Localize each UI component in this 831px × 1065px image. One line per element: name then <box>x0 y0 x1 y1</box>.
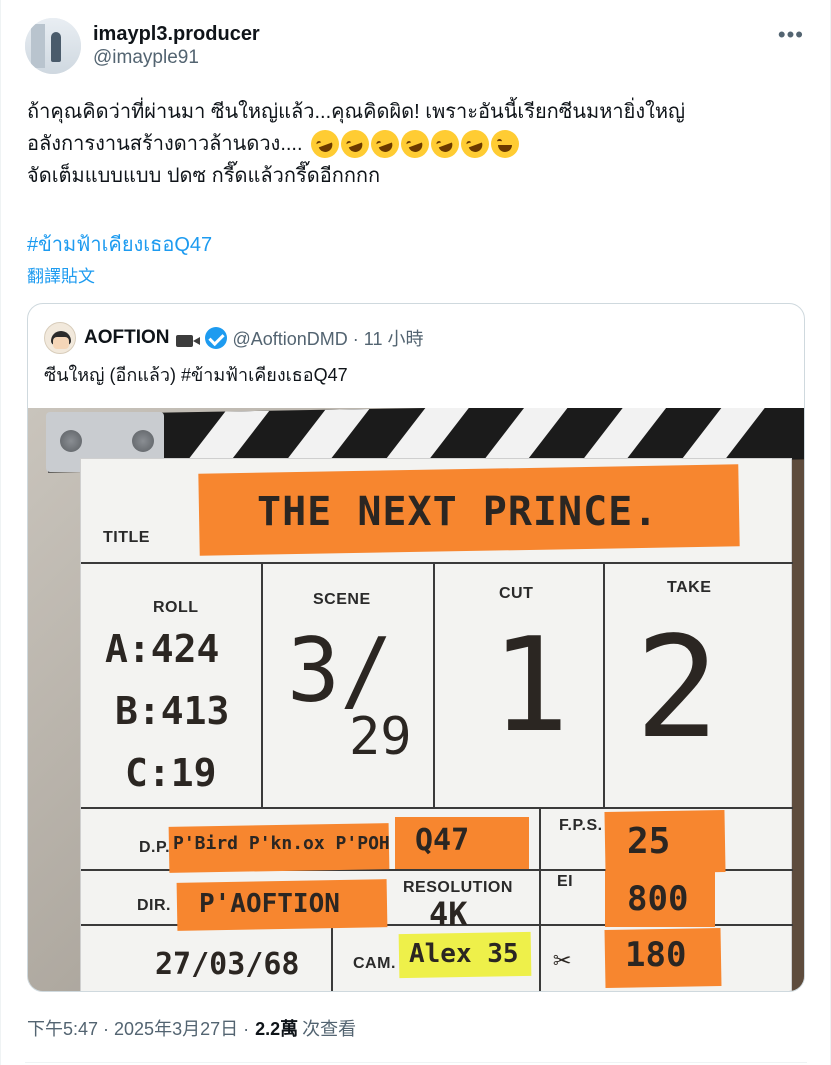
emoji-row <box>306 126 519 162</box>
angle-value: 180 <box>625 935 687 975</box>
tweet-header: imaypl3.producer @imayple91 <box>25 16 260 76</box>
divider <box>25 1062 807 1063</box>
roll-b: B:413 <box>115 689 230 733</box>
quote-header: AOFTION @AoftionDMD · 11 小時 <box>44 322 424 354</box>
rolling-on-floor-laughing-icon <box>396 126 433 162</box>
label-cam: CAM. <box>353 955 396 972</box>
rolling-on-floor-laughing-icon <box>306 126 343 162</box>
label-title: TITLE <box>103 529 150 546</box>
translate-post-link[interactable]: 翻譯貼文 <box>27 262 95 287</box>
hashtag-link[interactable]: #ข้ามฟ้าเคียงเธอQ47 <box>27 228 212 260</box>
quote-text: ซีนใหญ่ (อีกแล้ว) #ข้ามฟ้าเคียงเธอQ47 <box>44 365 348 385</box>
verified-badge-icon <box>204 327 227 349</box>
label-dp: D.P. <box>139 839 171 856</box>
date-value: 27/03/68 <box>155 947 300 982</box>
clapper-board: TITLE THE NEXT PRINCE. ROLL SCENE CUT TA… <box>80 458 793 991</box>
rolling-on-floor-laughing-icon <box>426 126 463 162</box>
ei-value: 800 <box>627 879 689 919</box>
user-handle[interactable]: @imayple91 <box>93 46 260 70</box>
label-dir: DIR. <box>137 897 171 914</box>
rolling-on-floor-laughing-icon <box>456 126 493 162</box>
quote-avatar[interactable] <box>44 322 76 354</box>
fps-value: 25 <box>627 821 671 862</box>
tweet-line-2-text: อลังการงานสร้างดาวล้านดวง.... <box>27 133 303 155</box>
video-camera-icon <box>175 329 200 347</box>
take-value: 2 <box>635 607 720 770</box>
quote-photo-clapperboard[interactable]: TITLE THE NEXT PRINCE. ROLL SCENE CUT TA… <box>28 408 804 991</box>
q-value: Q47 <box>415 823 470 858</box>
avatar[interactable] <box>25 18 81 74</box>
tweet-text: ถ้าคุณคิดว่าที่ผ่านมา ซีนใหญ่แล้ว...คุณค… <box>27 96 807 192</box>
roll-a: A:424 <box>105 627 220 671</box>
user-info: imaypl3.producer @imayple91 <box>93 22 260 70</box>
label-roll: ROLL <box>153 599 199 616</box>
cam-value: Alex 35 <box>409 939 519 969</box>
dir-value: P'AOFTION <box>199 889 340 919</box>
label-scene: SCENE <box>313 591 371 608</box>
timestamp[interactable]: 下午5:47 · 2025年3月27日 · <box>27 1015 249 1041</box>
label-cut: CUT <box>499 585 534 602</box>
tweet-line-3: จัดเต็มแบบแบบ ปดซ กรี๊ดแล้วกรี๊ดอีกกกก <box>27 165 381 187</box>
label-ei: EI <box>557 873 574 890</box>
view-count: 2.2萬 <box>255 1019 299 1039</box>
tweet: imaypl3.producer @imayple91 ••• ถ้าคุณคิ… <box>0 0 831 1065</box>
label-fps: F.P.S. <box>559 817 603 834</box>
rolling-on-floor-laughing-icon <box>366 126 403 162</box>
grinning-squinting-face-icon <box>490 130 519 158</box>
rolling-on-floor-laughing-icon <box>336 126 373 162</box>
quote-handle-time[interactable]: @AoftionDMD · 11 小時 <box>233 325 424 351</box>
label-take: TAKE <box>667 579 712 596</box>
quote-display-name[interactable]: AOFTION <box>84 327 170 349</box>
view-count-label: 次查看 <box>302 1019 357 1039</box>
tweet-line-2: อลังการงานสร้างดาวล้านดวง.... <box>27 126 807 162</box>
scene-bottom: 29 <box>349 707 412 767</box>
roll-c: C:19 <box>125 751 217 795</box>
display-name[interactable]: imaypl3.producer <box>93 22 260 46</box>
quote-tweet[interactable]: AOFTION @AoftionDMD · 11 小時 ซีนใหญ่ (อีก… <box>27 303 805 992</box>
tweet-line-1: ถ้าคุณคิดว่าที่ผ่านมา ซีนใหญ่แล้ว...คุณค… <box>27 101 686 123</box>
res-value: 4K <box>429 895 468 933</box>
cut-value: 1 <box>491 609 570 761</box>
dp-value: P'Bird P'kn.ox P'POH <box>173 833 390 854</box>
more-options-icon[interactable]: ••• <box>778 22 804 48</box>
angle-symbol-icon: ✂ <box>553 943 572 978</box>
tweet-meta: 下午5:47 · 2025年3月27日 · 2.2萬 次查看 <box>27 1015 356 1041</box>
title-handwriting: THE NEXT PRINCE. <box>257 489 659 535</box>
